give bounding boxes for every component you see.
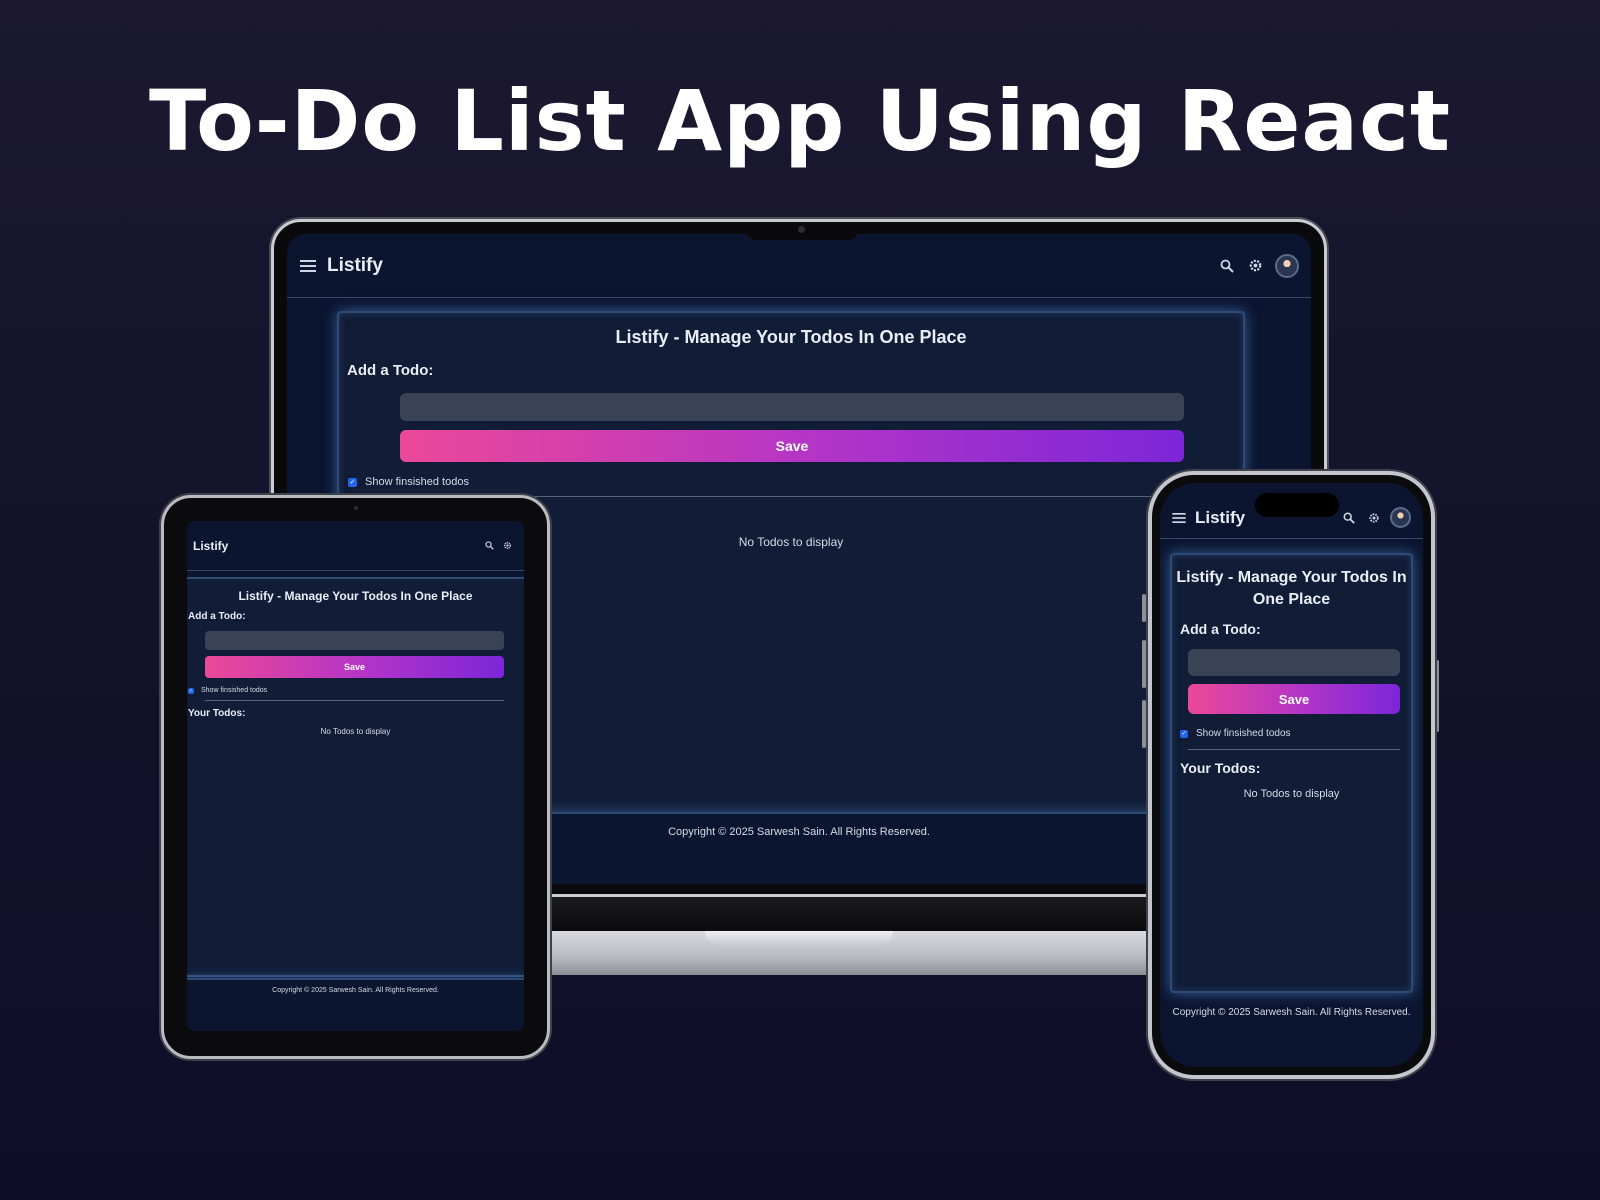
show-finished-label: Show finsished todos — [365, 476, 469, 488]
avatar[interactable] — [1390, 507, 1411, 528]
checkbox-checked-icon[interactable]: ✓ — [348, 477, 357, 487]
todo-card: Listify - Manage Your Todos In One Place… — [1170, 553, 1413, 993]
search-icon[interactable] — [1342, 511, 1355, 524]
footer-copyright: Copyright © 2025 Sarwesh Sain. All Right… — [272, 987, 439, 994]
show-finished-row[interactable]: ✓ Show finsished todos — [348, 476, 1243, 488]
footer-copyright: Copyright © 2025 Sarwesh Sain. All Right… — [668, 826, 930, 838]
phone-frame: Listify Listify - Manage Your Todos In O… — [1148, 471, 1435, 1079]
footer: Copyright © 2025 Sarwesh Sain. All Right… — [1160, 1007, 1423, 1018]
dynamic-island — [1255, 493, 1339, 517]
menu-icon[interactable] — [1172, 511, 1186, 525]
add-todo-label: Add a Todo: — [347, 362, 434, 379]
todo-input[interactable] — [1188, 649, 1400, 676]
phone-app: Listify Listify - Manage Your Todos In O… — [1160, 483, 1423, 1067]
phone-side-button — [1142, 700, 1146, 748]
divider — [205, 700, 504, 701]
card-title: Listify - Manage Your Todos In One Place — [238, 589, 473, 603]
menu-icon[interactable] — [299, 257, 317, 275]
show-finished-label: Show finsished todos — [201, 687, 268, 694]
laptop-notch — [747, 222, 857, 240]
navbar: Listify — [287, 234, 1311, 298]
footer-copyright: Copyright © 2025 Sarwesh Sain. All Right… — [1172, 1007, 1411, 1018]
checkbox-checked-icon[interactable]: ✓ — [188, 687, 194, 694]
show-finished-label: Show finsished todos — [1196, 728, 1291, 739]
add-todo-label: Add a Todo: — [188, 611, 246, 622]
avatar[interactable] — [1275, 253, 1299, 278]
phone-side-button — [1142, 640, 1146, 688]
navbar: Listify — [187, 521, 524, 571]
phone-side-button — [1435, 660, 1439, 732]
nav-actions — [1219, 253, 1299, 278]
add-todo-label: Add a Todo: — [1180, 621, 1261, 637]
save-button[interactable]: Save — [205, 656, 504, 678]
empty-message: No Todos to display — [320, 727, 391, 736]
nav-actions — [484, 541, 518, 551]
save-button[interactable]: Save — [400, 430, 1184, 462]
divider — [1188, 749, 1400, 750]
brand-logo-text[interactable]: Listify — [1195, 508, 1245, 528]
gear-icon[interactable] — [1367, 511, 1380, 524]
search-icon[interactable] — [484, 541, 494, 551]
gear-icon[interactable] — [502, 541, 512, 551]
search-icon[interactable] — [1219, 258, 1235, 274]
tablet-frame: Listify Listify - Manage Your Todos In O… — [161, 495, 550, 1059]
camera-icon — [354, 506, 358, 510]
todo-card: Listify - Manage Your Todos In One Place… — [187, 577, 524, 977]
tablet-app: Listify Listify - Manage Your Todos In O… — [187, 521, 524, 1031]
gear-icon[interactable] — [1247, 258, 1263, 274]
card-title: Listify - Manage Your Todos In One Place — [1176, 569, 1407, 608]
brand-logo-text[interactable]: Listify — [193, 539, 228, 553]
nav-actions — [1342, 507, 1411, 528]
show-finished-row[interactable]: ✓ Show finsished todos — [1180, 728, 1411, 739]
checkbox-checked-icon[interactable]: ✓ — [1180, 729, 1188, 738]
save-button[interactable]: Save — [1188, 684, 1400, 714]
card-title: Listify - Manage Your Todos In One Place — [615, 327, 967, 347]
your-todos-label: Your Todos: — [1180, 760, 1261, 776]
brand-logo-text[interactable]: Listify — [327, 255, 383, 277]
todo-input[interactable] — [400, 393, 1184, 421]
camera-icon — [798, 226, 805, 233]
todo-input[interactable] — [205, 631, 504, 650]
hero-title: To-Do List App Using React — [148, 72, 1452, 170]
show-finished-row[interactable]: ✓ Show finsished todos — [188, 687, 524, 694]
your-todos-label: Your Todos: — [188, 708, 246, 719]
laptop-groove — [705, 931, 893, 945]
phone-side-button — [1142, 594, 1146, 622]
empty-message: No Todos to display — [1243, 788, 1340, 800]
footer: Copyright © 2025 Sarwesh Sain. All Right… — [187, 978, 524, 1031]
